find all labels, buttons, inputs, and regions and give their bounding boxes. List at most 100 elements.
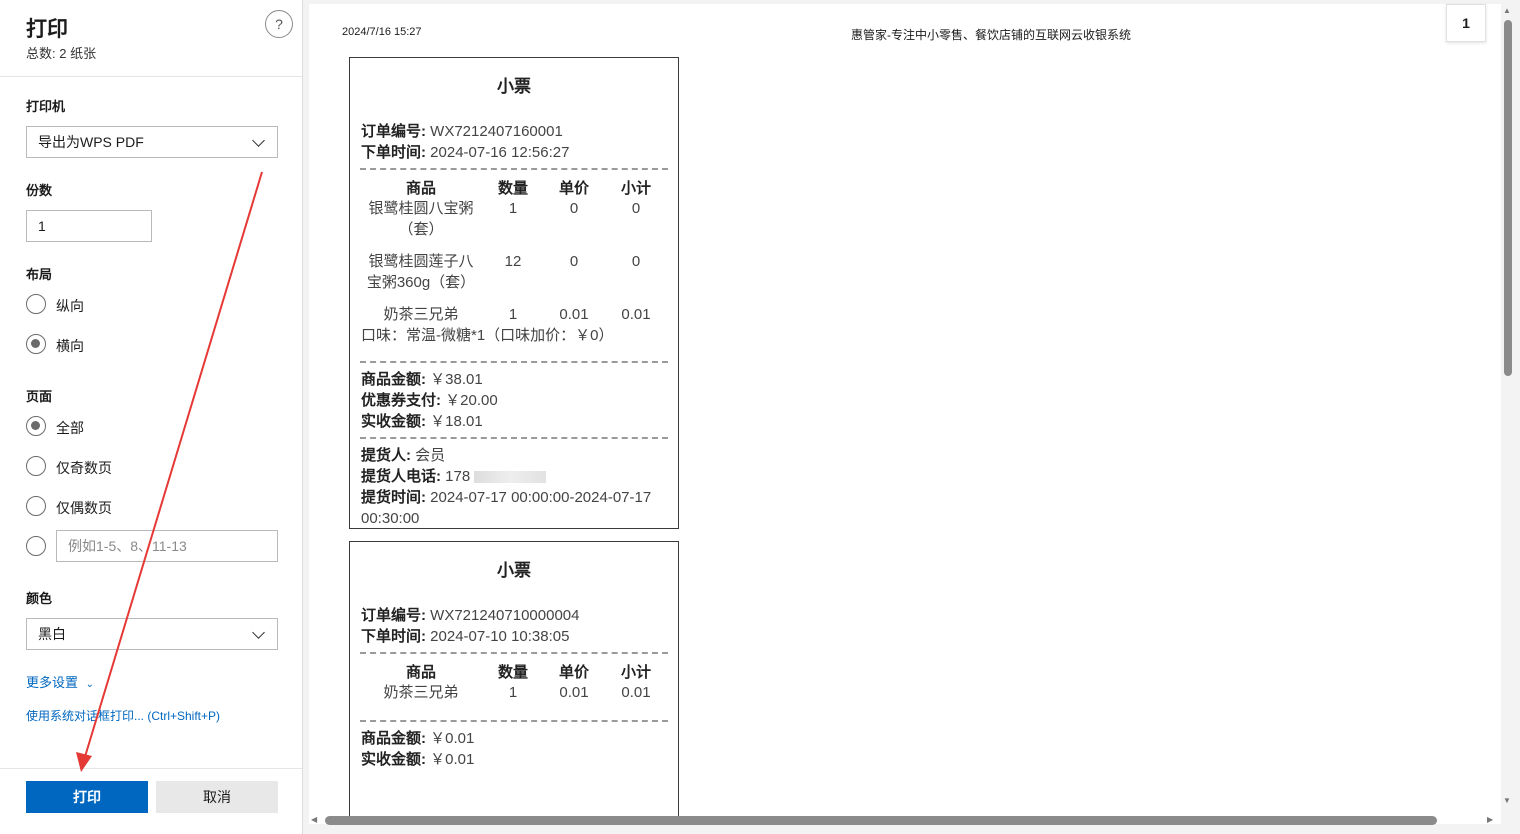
order-time: 2024-07-16 12:56:27 (430, 144, 570, 161)
table-row: 奶茶三兄弟 1 0.01 0.01 (361, 304, 669, 325)
table-row: 银鹭桂圆八宝粥（套） 1 0 0 (361, 198, 669, 251)
scroll-left-icon[interactable]: ◀ (311, 815, 317, 824)
field-label: 下单时间: (361, 628, 426, 645)
vertical-scrollbar[interactable] (1504, 20, 1512, 804)
pickup-phone: 178 (445, 468, 471, 485)
layout-label: 布局 (26, 267, 53, 282)
print-settings-panel: 打印 总数: 2 纸张 ? 打印机 导出为WPS PDF 份数 1 布局 纵向 … (0, 0, 303, 834)
field-label: 实收金额: (361, 751, 426, 768)
radio-button[interactable] (26, 496, 46, 516)
item-qty: 1 (508, 200, 518, 217)
divider (0, 768, 302, 769)
column-header: 商品 (405, 179, 436, 197)
item-price: 0.01 (559, 306, 589, 323)
more-settings-label: 更多设置 (26, 675, 79, 690)
table-header-row: 商品 数量 单价 小计 (361, 660, 669, 682)
copies-input[interactable]: 1 (26, 210, 152, 242)
item-name: 银鹭桂圆八宝粥（套） (368, 200, 474, 238)
item-subtotal: 0.01 (621, 306, 651, 323)
item-qty: 12 (504, 253, 522, 270)
print-button[interactable]: 打印 (26, 781, 148, 813)
paid-amount: ￥18.01 (430, 413, 483, 430)
radio-label: 仅奇数页 (56, 460, 112, 476)
field-label: 实收金额: (361, 413, 426, 430)
field-label: 提货人电话: (361, 468, 441, 485)
column-header: 商品 (405, 663, 436, 681)
preview-page: 2024/7/16 15:27 惠管家-专注中小零售、餐饮店铺的互联网云收银系统… (309, 4, 1501, 824)
page-header-date: 2024/7/16 15:27 (342, 26, 422, 38)
divider (0, 76, 302, 77)
scroll-right-icon[interactable]: ▶ (1487, 815, 1493, 824)
receipt-card: 小票 订单编号: WX7212407160001 下单时间: 2024-07-1… (349, 57, 679, 529)
order-number-row: 订单编号: WX7212407160001 (361, 121, 678, 142)
pickup-time: 2024-07-17 00:00:00-2024-07-17 (430, 489, 652, 506)
radio-button-selected[interactable] (26, 334, 46, 354)
scroll-up-icon[interactable]: ▲ (1503, 6, 1511, 15)
pages-label: 页面 (26, 389, 53, 404)
pickup-phone-row: 提货人电话: 178 (361, 466, 678, 487)
scrollbar-thumb[interactable] (1504, 20, 1512, 376)
field-label: 订单编号: (361, 123, 426, 140)
field-label: 优惠券支付: (361, 392, 441, 409)
items-table: 商品 数量 单价 小计 奶茶三兄弟 1 0.01 0.01 (361, 660, 669, 703)
dialog-title: 打印 (26, 18, 68, 41)
system-dialog-link[interactable]: 使用系统对话框打印... (Ctrl+Shift+P) (26, 707, 220, 724)
radio-button[interactable] (26, 294, 46, 314)
radio-button[interactable] (26, 536, 46, 556)
chevron-down-icon (252, 134, 265, 147)
radio-button[interactable] (26, 456, 46, 476)
radio-label: 仅偶数页 (56, 500, 112, 516)
color-value: 黑白 (38, 626, 66, 642)
table-header-row: 商品 数量 单价 小计 (361, 176, 669, 198)
scroll-down-icon[interactable]: ▼ (1503, 796, 1511, 805)
more-settings-link[interactable]: 更多设置 ⌄ (26, 672, 94, 691)
items-table: 商品 数量 单价 小计 银鹭桂圆八宝粥（套） 1 0 0 银鹭桂圆莲子八宝粥36… (361, 176, 669, 325)
page-number-badge: 1 (1446, 4, 1486, 42)
order-number: WX721240710000004 (430, 607, 580, 624)
printer-select[interactable]: 导出为WPS PDF (26, 126, 278, 158)
dashed-divider (360, 437, 668, 439)
pickup-time-end: 00:30:00 (361, 510, 420, 527)
color-select[interactable]: 黑白 (26, 618, 278, 650)
item-name: 奶茶三兄弟 (383, 684, 459, 701)
page-range-input[interactable]: 例如1-5、8、11-13 (56, 530, 278, 562)
order-time: 2024-07-10 10:38:05 (430, 628, 570, 645)
item-name: 奶茶三兄弟 (383, 306, 459, 323)
pickup-person: 会员 (415, 447, 446, 464)
copies-label: 份数 (26, 183, 53, 198)
column-header: 单价 (558, 663, 589, 681)
chevron-down-icon: ⌄ (85, 679, 95, 690)
order-number: WX7212407160001 (430, 123, 563, 140)
field-label: 提货时间: (361, 489, 426, 506)
column-header: 小计 (620, 179, 651, 197)
help-icon[interactable]: ? (265, 10, 293, 38)
radio-button-selected[interactable] (26, 416, 46, 436)
radio-label: 全部 (56, 420, 84, 436)
field-label: 下单时间: (361, 144, 426, 161)
item-price: 0 (569, 253, 579, 270)
chevron-down-icon (252, 626, 265, 639)
goods-amount-row: 商品金额: ￥0.01 (361, 728, 678, 749)
field-label: 提货人: (361, 447, 411, 464)
cancel-button[interactable]: 取消 (156, 781, 278, 813)
sheet-count: 总数: 2 纸张 (26, 46, 97, 61)
receipt-title: 小票 (497, 77, 531, 96)
printer-value: 导出为WPS PDF (38, 134, 144, 150)
field-label: 商品金额: (361, 371, 426, 388)
paid-amount: ￥0.01 (430, 751, 475, 768)
page-header-title: 惠管家-专注中小零售、餐饮店铺的互联网云收银系统 (851, 28, 1131, 42)
goods-amount: ￥38.01 (430, 371, 483, 388)
redacted-blur (474, 471, 547, 484)
horizontal-scrollbar[interactable] (325, 816, 1437, 825)
item-name: 银鹭桂圆莲子八宝粥360g（套） (366, 253, 476, 291)
column-header: 数量 (497, 663, 528, 681)
receipt-card: 小票 订单编号: WX721240710000004 下单时间: 2024-07… (349, 541, 679, 824)
pickup-time-row: 提货时间: 2024-07-17 00:00:00-2024-07-17 (361, 487, 678, 508)
column-header: 数量 (497, 179, 528, 197)
paid-amount-row: 实收金额: ￥18.01 (361, 411, 678, 432)
paid-amount-row: 实收金额: ￥0.01 (361, 749, 678, 770)
order-number-row: 订单编号: WX721240710000004 (361, 605, 678, 626)
coupon-row: 优惠券支付: ￥20.00 (361, 390, 678, 411)
field-label: 订单编号: (361, 607, 426, 624)
item-subtotal: 0.01 (621, 684, 651, 701)
